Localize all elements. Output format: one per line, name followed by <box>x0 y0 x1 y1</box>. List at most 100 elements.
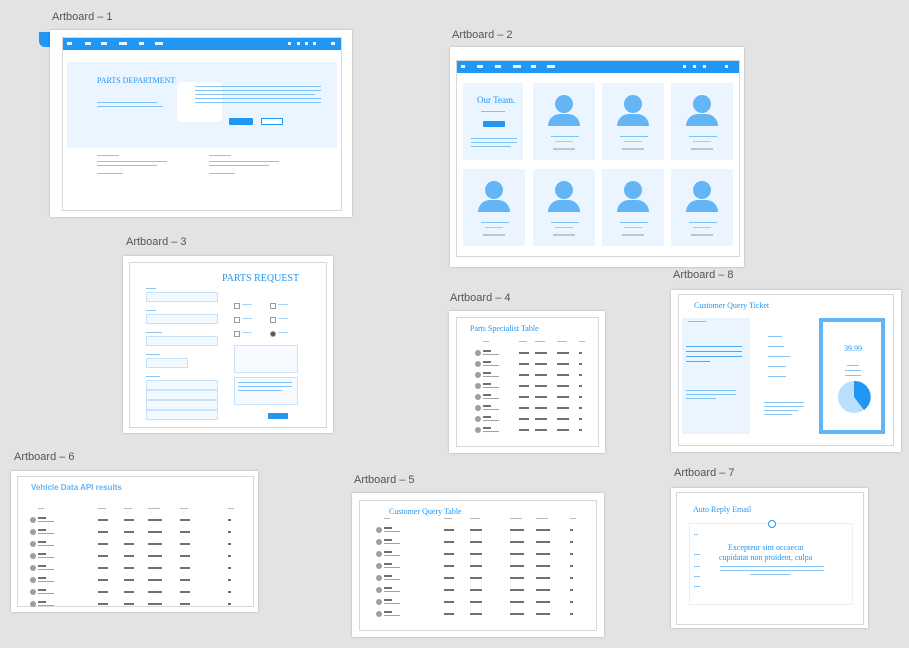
artboard-5-label: Artboard – 5 <box>354 474 415 486</box>
table-row[interactable] <box>457 415 598 425</box>
table-row[interactable] <box>457 371 598 381</box>
avatar-icon <box>475 361 481 367</box>
team-member-card <box>602 169 664 246</box>
email-title: Auto Reply Email <box>693 505 752 514</box>
table-row[interactable] <box>18 516 253 526</box>
artboard-7[interactable]: Auto Reply Email Excepteur sint occaecat… <box>671 488 868 628</box>
table-row[interactable] <box>18 540 253 550</box>
team-intro-card: Our Team. <box>463 83 523 160</box>
avatar-icon <box>555 95 573 113</box>
avatar-icon <box>624 181 642 199</box>
avatar-icon <box>30 517 36 523</box>
table-row[interactable] <box>18 552 253 562</box>
artboard-2-label: Artboard – 2 <box>452 29 513 41</box>
avatar-icon <box>555 181 573 199</box>
ticket-title: Customer Query Ticket <box>694 301 770 310</box>
table-row[interactable] <box>457 360 598 370</box>
artboard-5-frame: Customer Query Table <box>359 500 597 631</box>
artboard-8-label: Artboard – 8 <box>673 269 734 281</box>
artboard-2-frame: Our Team. <box>456 60 740 257</box>
artboard-3[interactable]: PARTS REQUEST <box>123 256 333 433</box>
team-member-card <box>671 83 733 160</box>
artboard-7-frame: Auto Reply Email Excepteur sint occaecat… <box>676 492 864 625</box>
avatar-icon <box>376 539 382 545</box>
table-row[interactable] <box>457 404 598 414</box>
ticket-pie-chart <box>838 380 871 413</box>
avatar-icon <box>475 427 481 433</box>
specialist-table-title: Parts Specialist Table <box>470 324 539 333</box>
team-member-card <box>533 169 595 246</box>
table-row[interactable] <box>360 610 596 620</box>
table-row[interactable] <box>18 576 253 586</box>
avatar-icon <box>475 394 481 400</box>
table-row[interactable] <box>360 562 596 572</box>
table-row[interactable] <box>360 574 596 584</box>
table-row[interactable] <box>360 526 596 536</box>
table-row[interactable] <box>18 588 253 598</box>
table-row[interactable] <box>457 426 598 436</box>
team-member-card <box>671 169 733 246</box>
team-member-card <box>602 83 664 160</box>
artboard-4[interactable]: Parts Specialist Table <box>449 311 605 453</box>
avatar-icon <box>30 601 36 607</box>
avatar-icon <box>30 577 36 583</box>
avatar-icon <box>376 551 382 557</box>
artboard-8-frame: Customer Query Ticket 39.99 <box>678 294 894 446</box>
query-table-title: Customer Query Table <box>389 507 462 516</box>
team-member-card <box>533 83 595 160</box>
artboard-2[interactable]: Our Team. <box>450 47 744 267</box>
artboard-1-label: Artboard – 1 <box>52 11 113 23</box>
avatar-icon <box>30 541 36 547</box>
artboard-6[interactable]: Vehicle Data API results <box>11 471 258 612</box>
artboard-1-frame: PARTS DEPARTMENT <box>62 37 342 211</box>
avatar-icon <box>376 587 382 593</box>
artboard-5[interactable]: Customer Query Table <box>352 493 604 637</box>
avatar-icon <box>376 563 382 569</box>
avatar-icon <box>30 553 36 559</box>
avatar-icon <box>30 565 36 571</box>
top-nav <box>63 38 341 50</box>
table-row[interactable] <box>360 538 596 548</box>
table-row[interactable] <box>18 564 253 574</box>
artboard-3-label: Artboard – 3 <box>126 236 187 248</box>
table-row[interactable] <box>360 550 596 560</box>
avatar-icon <box>693 181 711 199</box>
avatar-icon <box>30 529 36 535</box>
avatar-icon <box>376 611 382 617</box>
avatar-icon <box>376 599 382 605</box>
artboard-7-label: Artboard – 7 <box>674 467 735 479</box>
table-row[interactable] <box>360 586 596 596</box>
email-headline-1: Excepteur sint occaecat <box>728 543 804 552</box>
team-member-card <box>463 169 525 246</box>
artboard-4-frame: Parts Specialist Table <box>456 317 599 447</box>
table-row[interactable] <box>18 600 253 610</box>
table-row[interactable] <box>360 598 596 608</box>
request-title: PARTS REQUEST <box>222 273 300 284</box>
avatar-icon <box>475 383 481 389</box>
hero-section: PARTS DEPARTMENT <box>67 62 337 148</box>
email-headline-2: cupidatat non proident, culpa <box>719 553 813 562</box>
avatar-icon <box>693 95 711 113</box>
submit-request-button[interactable] <box>268 413 288 419</box>
hero-secondary-button[interactable] <box>261 118 283 125</box>
artboard-4-label: Artboard – 4 <box>450 292 511 304</box>
avatar-icon <box>475 372 481 378</box>
table-row[interactable] <box>457 382 598 392</box>
avatar-icon <box>376 575 382 581</box>
avatar-icon <box>475 416 481 422</box>
table-row[interactable] <box>18 528 253 538</box>
table-row[interactable] <box>457 349 598 359</box>
avatar-icon <box>475 350 481 356</box>
ticket-price: 39.99 <box>844 344 862 353</box>
hero-primary-button[interactable] <box>229 118 253 125</box>
artboard-8[interactable]: Customer Query Ticket 39.99 <box>671 290 901 452</box>
avatar-icon <box>624 95 642 113</box>
hero-title: PARTS DEPARTMENT <box>97 76 176 85</box>
avatar-icon <box>376 527 382 533</box>
vehicle-api-title: Vehicle Data API results <box>31 483 122 492</box>
avatar-icon <box>30 589 36 595</box>
avatar-icon <box>485 181 503 199</box>
table-row[interactable] <box>457 393 598 403</box>
artboard-6-label: Artboard – 6 <box>14 451 75 463</box>
artboard-1[interactable]: PARTS DEPARTMENT <box>50 30 352 217</box>
